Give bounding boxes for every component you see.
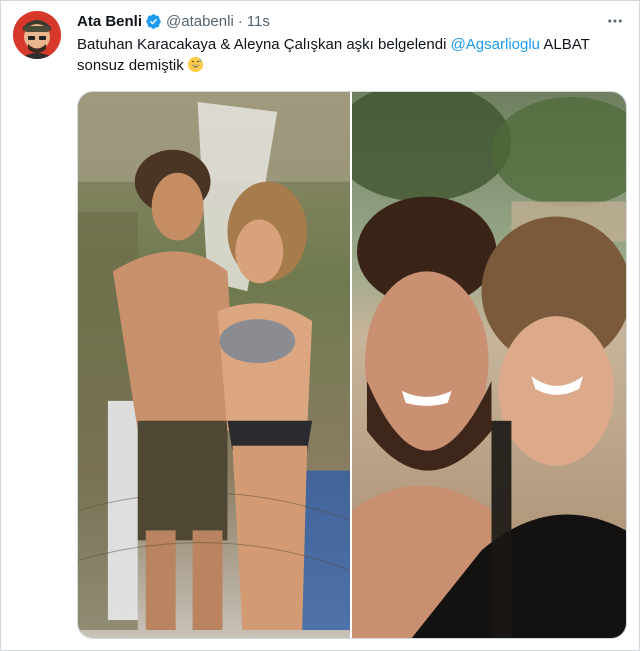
verified-badge-icon [145,13,162,30]
tweet-card[interactable]: Ata Benli @atabenli · 11s Batuhan Karaca… [0,0,640,651]
more-options-icon[interactable] [605,11,625,31]
mention-link[interactable]: @Agsarlioglu [451,36,540,53]
separator-dot: · [237,12,243,30]
photo-selfie-couple-image [352,92,626,638]
user-handle[interactable]: @atabenli [166,13,234,30]
photo-beach-couple[interactable] [78,92,350,638]
tweet-text-part1: Batuhan Karacakaya & Aleyna Çalışkan aşk… [77,36,451,53]
avatar-image [13,11,61,59]
tweet-text: Batuhan Karacakaya & Aleyna Çalışkan aşk… [77,34,627,76]
display-name[interactable]: Ata Benli [77,13,142,30]
grinning-sweat-emoji-icon [187,56,204,73]
avatar[interactable] [13,11,61,59]
tweet-header: Ata Benli @atabenli · 11s [77,11,270,31]
photo-selfie-couple[interactable] [352,92,626,638]
photo-beach-couple-image [78,92,350,638]
tweet-media[interactable] [77,91,627,639]
timestamp[interactable]: 11s [247,13,270,30]
